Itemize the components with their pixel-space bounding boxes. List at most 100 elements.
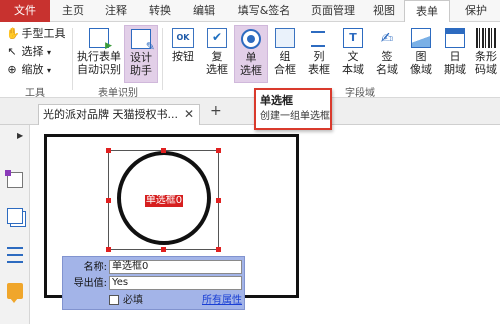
run-form-recognition-button[interactable]: 执行表单 自动识别 (76, 25, 122, 83)
document-tab[interactable]: 光的派对品牌 天猫授权书... ✕ (38, 104, 200, 125)
tab-convert[interactable]: 转换 (140, 0, 180, 22)
group-divider (72, 28, 73, 90)
form-recognition-group-label: 表单识别 (98, 88, 138, 99)
tab-page-manage[interactable]: 页面管理 (302, 0, 364, 22)
image-field-label-2: 像域 (410, 63, 432, 76)
copy-pages-icon[interactable] (7, 208, 23, 224)
comment-icon[interactable] (7, 283, 23, 303)
image-field-label-1: 图 (415, 50, 427, 63)
export-value-row: 导出值: Yes (63, 276, 246, 291)
barcode-field-tool[interactable]: 条形 码域 (472, 25, 500, 83)
resize-handle[interactable] (216, 198, 221, 203)
chevron-down-icon: ▾ (47, 48, 52, 57)
resize-handle[interactable] (106, 198, 111, 203)
form-run-icon (89, 28, 112, 51)
combo-box-field-tool[interactable]: 组 合框 (268, 25, 302, 83)
design-assistant-icon (131, 29, 155, 53)
menu-tab-bar: 文件 主页 注释 转换 编辑 填写&签名 页面管理 视图 表单 保护 (0, 0, 500, 23)
new-tab-button[interactable]: + (210, 103, 222, 119)
tab-home[interactable]: 主页 (54, 0, 92, 22)
zoom-icon: ⊕ (7, 63, 17, 76)
export-value-label: 导出值: (73, 278, 107, 289)
ribbon: ✋ 手型工具 ↖ 选择 ▾ ⊕ 缩放 ▾ 工具 执行表单 自动识别 设计 助手 … (0, 22, 500, 99)
tab-form[interactable]: 表单 (404, 0, 450, 23)
combo-box-icon (275, 28, 295, 48)
calendar-icon (445, 28, 465, 48)
text-field-tool[interactable]: T 文 本域 (336, 25, 370, 83)
combo-box-field-label-1: 组 (279, 50, 291, 63)
chevron-down-icon: ▾ (47, 66, 52, 75)
resize-handle[interactable] (106, 247, 111, 252)
resize-handle[interactable] (216, 148, 221, 153)
resize-handle[interactable] (161, 247, 166, 252)
tab-comment[interactable]: 注释 (96, 0, 136, 22)
signature-field-tool[interactable]: ✍ 签 名域 (370, 25, 404, 83)
name-input[interactable]: 单选框0 (109, 260, 242, 274)
tab-protect[interactable]: 保护 (454, 0, 498, 22)
barcode-icon (476, 28, 496, 48)
hand-icon: ✋ (6, 27, 20, 40)
radio-button-icon (241, 29, 261, 49)
text-field-label-2: 本域 (342, 63, 364, 76)
combo-box-field-label-2: 合框 (274, 63, 296, 76)
date-field-label-2: 期域 (444, 63, 466, 76)
resize-handle[interactable] (106, 148, 111, 153)
tab-view[interactable]: 视图 (366, 0, 402, 22)
name-row: 名称: 单选框0 (63, 260, 246, 275)
page-thumbnail-icon[interactable] (5, 170, 23, 188)
list-box-field-label-2: 表框 (308, 63, 330, 76)
required-label: 必填 (123, 295, 143, 306)
image-icon (411, 28, 431, 48)
tab-fill-sign[interactable]: 填写&签名 (228, 0, 300, 22)
design-assistant-button[interactable]: 设计 助手 (124, 25, 158, 83)
tooltip-title: 单选框 (260, 94, 293, 107)
field-properties-popup: 名称: 单选框0 导出值: Yes 必填 所有属性 (62, 256, 245, 310)
zoom-tool[interactable]: ⊕ 缩放 ▾ (6, 62, 51, 78)
all-properties-link[interactable]: 所有属性 (202, 293, 242, 308)
select-tool[interactable]: ↖ 选择 ▾ (6, 44, 51, 60)
radio-tooltip: 单选框 创建一组单选框 (254, 88, 332, 130)
name-label: 名称: (83, 262, 107, 273)
group-divider (162, 28, 163, 90)
select-tool-label: 选择 (21, 45, 44, 58)
cursor-icon: ↖ (7, 45, 17, 58)
export-value-input[interactable]: Yes (109, 276, 242, 290)
ok-button-icon: OK (172, 28, 194, 48)
list-box-field-label-1: 列 (313, 50, 325, 63)
options-row: 必填 所有属性 (63, 293, 246, 308)
hand-tool[interactable]: ✋ 手型工具 (6, 26, 66, 42)
required-checkbox[interactable] (109, 295, 119, 305)
tooltip-description: 创建一组单选框 (260, 111, 330, 122)
document-tab-title: 光的派对品牌 天猫授权书... (43, 108, 178, 121)
barcode-field-label-2: 码域 (475, 63, 497, 76)
button-field-tool[interactable]: OK 按钮 (166, 25, 200, 83)
image-field-tool[interactable]: 图 像域 (404, 25, 438, 83)
signature-field-label-2: 名域 (376, 63, 398, 76)
resize-handle[interactable] (216, 247, 221, 252)
tools-group-label: 工具 (25, 88, 45, 99)
date-field-label-1: 日 (449, 50, 461, 63)
layers-icon[interactable] (7, 247, 23, 263)
close-icon[interactable]: ✕ (184, 105, 194, 124)
list-box-field-tool[interactable]: 列 表框 (302, 25, 336, 83)
checkbox-field-tool[interactable]: 复 选框 (200, 25, 234, 83)
tab-edit[interactable]: 编辑 (184, 0, 224, 22)
hand-tool-label: 手型工具 (21, 27, 66, 40)
left-sidebar: ▶ (0, 125, 30, 324)
radio-field-label-2: 选框 (240, 64, 262, 77)
checkbox-field-label-2: 选框 (206, 63, 228, 76)
zoom-tool-label: 缩放 (21, 63, 44, 76)
checkbox-field-label-1: 复 (211, 50, 223, 63)
radio-field-tool[interactable]: 单 选框 (234, 25, 268, 83)
text-field-icon: T (343, 28, 363, 48)
date-field-tool[interactable]: 日 期域 (438, 25, 472, 83)
tab-file[interactable]: 文件 (0, 0, 50, 22)
button-field-label: 按钮 (172, 50, 194, 63)
run-form-recognition-label-2: 自动识别 (77, 63, 121, 76)
resize-handle[interactable] (161, 148, 166, 153)
signature-field-label-1: 签 (381, 50, 393, 63)
run-form-recognition-label-1: 执行表单 (77, 50, 121, 63)
list-box-icon (309, 28, 329, 48)
barcode-field-label-1: 条形 (475, 50, 497, 63)
expand-arrow-icon[interactable]: ▶ (17, 131, 23, 140)
